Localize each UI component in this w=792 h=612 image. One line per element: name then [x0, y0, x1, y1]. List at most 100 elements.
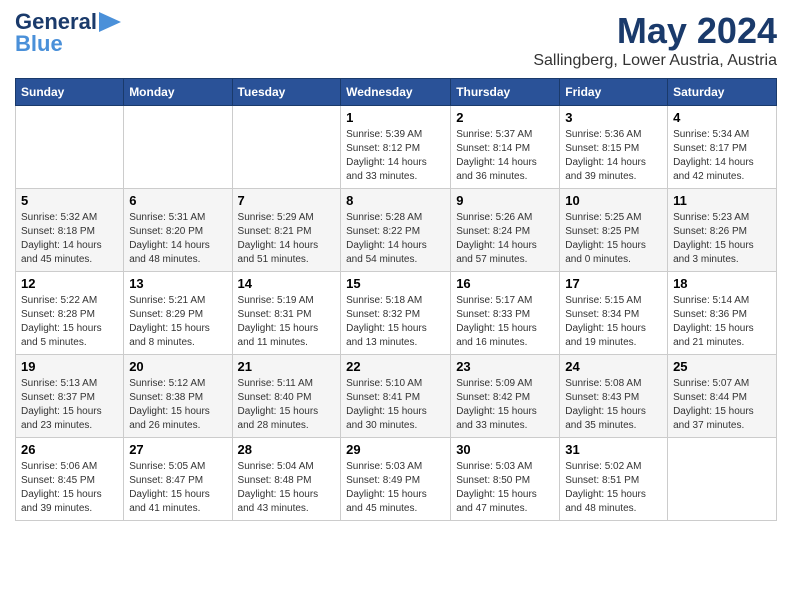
calendar-table: SundayMondayTuesdayWednesdayThursdayFrid…	[15, 78, 777, 521]
calendar-cell: 28Sunrise: 5:04 AM Sunset: 8:48 PM Dayli…	[232, 438, 341, 521]
calendar-cell: 2Sunrise: 5:37 AM Sunset: 8:14 PM Daylig…	[451, 106, 560, 189]
day-number: 18	[673, 276, 771, 291]
day-info: Sunrise: 5:39 AM Sunset: 8:12 PM Dayligh…	[346, 128, 445, 184]
week-row-5: 26 Sunrise: 5:06 AM Sunset: 8:45 PM Dayli…	[16, 438, 777, 521]
month-year-title: May 2024	[533, 10, 777, 52]
weekday-header-sunday: Sunday	[16, 79, 124, 106]
calendar-cell: 18Sunrise: 5:14 AM Sunset: 8:36 PM Dayli…	[668, 272, 777, 355]
calendar-body: 1 Sunrise: 5:39 AM Sunset: 8:12 PM Daylig…	[16, 106, 777, 521]
day-info: Sunrise: 5:19 AM Sunset: 8:31 PM Dayligh…	[238, 294, 336, 350]
logo-arrow-icon	[99, 12, 121, 32]
day-number: 19	[21, 359, 118, 374]
week-row-1: 1 Sunrise: 5:39 AM Sunset: 8:12 PM Daylig…	[16, 106, 777, 189]
calendar-cell: 9Sunrise: 5:26 AM Sunset: 8:24 PM Daylig…	[451, 189, 560, 272]
day-info: Sunrise: 5:07 AM Sunset: 8:44 PM Dayligh…	[673, 377, 771, 433]
day-info: Sunrise: 5:02 AM Sunset: 8:51 PM Dayligh…	[565, 460, 662, 516]
day-number: 4	[673, 110, 771, 125]
day-number: 12	[21, 276, 118, 291]
day-number: 17	[565, 276, 662, 291]
day-number: 30	[456, 442, 554, 457]
day-number: 25	[673, 359, 771, 374]
day-number: 22	[346, 359, 445, 374]
day-info: Sunrise: 5:06 AM Sunset: 8:45 PM Dayligh…	[21, 460, 118, 516]
day-info: Sunrise: 5:11 AM Sunset: 8:40 PM Dayligh…	[238, 377, 336, 433]
weekday-header-tuesday: Tuesday	[232, 79, 341, 106]
day-number: 16	[456, 276, 554, 291]
day-number: 10	[565, 193, 662, 208]
calendar-cell: 27 Sunrise: 5:05 AM Sunset: 8:47 PM Dayli…	[124, 438, 232, 521]
calendar-cell: 7 Sunrise: 5:29 AM Sunset: 8:21 PM Daylig…	[232, 189, 341, 272]
calendar-cell: 6 Sunrise: 5:31 AM Sunset: 8:20 PM Daylig…	[124, 189, 232, 272]
day-number: 31	[565, 442, 662, 457]
day-info: Sunrise: 5:32 AM Sunset: 8:18 PM Dayligh…	[21, 211, 118, 267]
day-number: 21	[238, 359, 336, 374]
day-info: Sunrise: 5:05 AM Sunset: 8:47 PM Dayligh…	[129, 460, 226, 516]
day-info: Sunrise: 5:04 AM Sunset: 8:48 PM Dayligh…	[238, 460, 336, 516]
day-info: Sunrise: 5:17 AM Sunset: 8:33 PM Dayligh…	[456, 294, 554, 350]
day-number: 6	[129, 193, 226, 208]
day-info: Sunrise: 5:18 AM Sunset: 8:32 PM Dayligh…	[346, 294, 445, 350]
day-number: 29	[346, 442, 445, 457]
calendar-cell: 29Sunrise: 5:03 AM Sunset: 8:49 PM Dayli…	[341, 438, 451, 521]
calendar-cell: 11 Sunrise: 5:23 AM Sunset: 8:26 PM Dayli…	[668, 189, 777, 272]
day-number: 1	[346, 110, 445, 125]
day-info: Sunrise: 5:31 AM Sunset: 8:20 PM Dayligh…	[129, 211, 226, 267]
calendar-cell: 14 Sunrise: 5:19 AM Sunset: 8:31 PM Dayli…	[232, 272, 341, 355]
calendar-cell: 26 Sunrise: 5:06 AM Sunset: 8:45 PM Dayli…	[16, 438, 124, 521]
day-info: Sunrise: 5:10 AM Sunset: 8:41 PM Dayligh…	[346, 377, 445, 433]
calendar-cell: 31 Sunrise: 5:02 AM Sunset: 8:51 PM Dayli…	[560, 438, 668, 521]
day-number: 8	[346, 193, 445, 208]
location-subtitle: Sallingberg, Lower Austria, Austria	[533, 52, 777, 70]
day-number: 9	[456, 193, 554, 208]
day-number: 26	[21, 442, 118, 457]
day-number: 5	[21, 193, 118, 208]
calendar-cell: 22 Sunrise: 5:10 AM Sunset: 8:41 PM Dayli…	[341, 355, 451, 438]
calendar-cell: 17 Sunrise: 5:15 AM Sunset: 8:34 PM Dayli…	[560, 272, 668, 355]
title-area: May 2024 Sallingberg, Lower Austria, Aus…	[533, 10, 777, 70]
day-number: 3	[565, 110, 662, 125]
day-number: 23	[456, 359, 554, 374]
calendar-cell: 16 Sunrise: 5:17 AM Sunset: 8:33 PM Dayli…	[451, 272, 560, 355]
calendar-cell	[124, 106, 232, 189]
day-info: Sunrise: 5:13 AM Sunset: 8:37 PM Dayligh…	[21, 377, 118, 433]
calendar-cell: 30Sunrise: 5:03 AM Sunset: 8:50 PM Dayli…	[451, 438, 560, 521]
calendar-cell: 5 Sunrise: 5:32 AM Sunset: 8:18 PM Daylig…	[16, 189, 124, 272]
calendar-cell: 12Sunrise: 5:22 AM Sunset: 8:28 PM Dayli…	[16, 272, 124, 355]
weekday-header-saturday: Saturday	[668, 79, 777, 106]
calendar-cell	[16, 106, 124, 189]
day-number: 27	[129, 442, 226, 457]
calendar-cell: 21 Sunrise: 5:11 AM Sunset: 8:40 PM Dayli…	[232, 355, 341, 438]
day-number: 15	[346, 276, 445, 291]
weekday-header-wednesday: Wednesday	[341, 79, 451, 106]
day-info: Sunrise: 5:34 AM Sunset: 8:17 PM Dayligh…	[673, 128, 771, 184]
weekday-header-row: SundayMondayTuesdayWednesdayThursdayFrid…	[16, 79, 777, 106]
day-info: Sunrise: 5:21 AM Sunset: 8:29 PM Dayligh…	[129, 294, 226, 350]
calendar-cell: 8 Sunrise: 5:28 AM Sunset: 8:22 PM Daylig…	[341, 189, 451, 272]
day-number: 14	[238, 276, 336, 291]
weekday-header-thursday: Thursday	[451, 79, 560, 106]
calendar-cell: 20 Sunrise: 5:12 AM Sunset: 8:38 PM Dayli…	[124, 355, 232, 438]
day-number: 20	[129, 359, 226, 374]
day-info: Sunrise: 5:37 AM Sunset: 8:14 PM Dayligh…	[456, 128, 554, 184]
calendar-cell: 25 Sunrise: 5:07 AM Sunset: 8:44 PM Dayli…	[668, 355, 777, 438]
calendar-cell: 23 Sunrise: 5:09 AM Sunset: 8:42 PM Dayli…	[451, 355, 560, 438]
calendar-cell: 1 Sunrise: 5:39 AM Sunset: 8:12 PM Daylig…	[341, 106, 451, 189]
day-number: 24	[565, 359, 662, 374]
calendar-cell: 3Sunrise: 5:36 AM Sunset: 8:15 PM Daylig…	[560, 106, 668, 189]
day-number: 11	[673, 193, 771, 208]
day-info: Sunrise: 5:25 AM Sunset: 8:25 PM Dayligh…	[565, 211, 662, 267]
day-info: Sunrise: 5:15 AM Sunset: 8:34 PM Dayligh…	[565, 294, 662, 350]
day-info: Sunrise: 5:09 AM Sunset: 8:42 PM Dayligh…	[456, 377, 554, 433]
header: General Blue May 2024 Sallingberg, Lower…	[15, 10, 777, 70]
day-info: Sunrise: 5:29 AM Sunset: 8:21 PM Dayligh…	[238, 211, 336, 267]
day-info: Sunrise: 5:23 AM Sunset: 8:26 PM Dayligh…	[673, 211, 771, 267]
day-info: Sunrise: 5:28 AM Sunset: 8:22 PM Dayligh…	[346, 211, 445, 267]
day-number: 7	[238, 193, 336, 208]
logo-blue: Blue	[15, 32, 63, 56]
day-number: 13	[129, 276, 226, 291]
calendar-cell	[668, 438, 777, 521]
calendar-cell: 24 Sunrise: 5:08 AM Sunset: 8:43 PM Dayli…	[560, 355, 668, 438]
weekday-header-monday: Monday	[124, 79, 232, 106]
day-info: Sunrise: 5:08 AM Sunset: 8:43 PM Dayligh…	[565, 377, 662, 433]
day-info: Sunrise: 5:12 AM Sunset: 8:38 PM Dayligh…	[129, 377, 226, 433]
